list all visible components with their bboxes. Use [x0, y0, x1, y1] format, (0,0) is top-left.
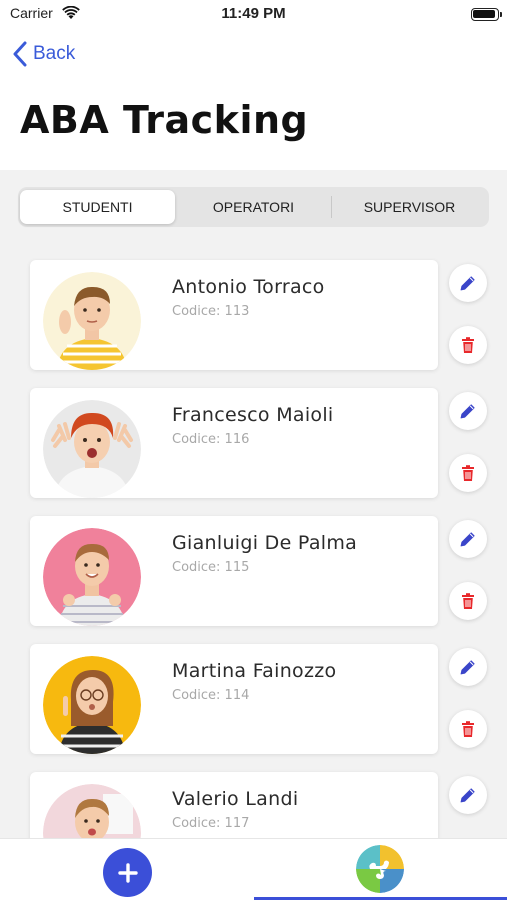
back-button[interactable]: Back [12, 40, 75, 68]
delete-button[interactable] [449, 454, 487, 492]
student-card[interactable]: Francesco Maioli Codice: 116 [30, 388, 438, 498]
delete-button[interactable] [449, 582, 487, 620]
tab-bar [0, 838, 507, 900]
segment-supervisor[interactable]: SUPERVISOR [332, 190, 487, 224]
trash-icon [462, 593, 474, 609]
student-name: Martina Fainozzo [172, 660, 337, 682]
back-label: Back [33, 43, 76, 64]
page-title: ABA Tracking [20, 98, 309, 142]
avatar [43, 528, 141, 626]
add-student-button[interactable] [103, 848, 152, 897]
student-card[interactable]: Valerio Landi Codice: 117 [30, 772, 438, 838]
avatar [43, 784, 141, 838]
list-item: Francesco Maioli Codice: 116 [0, 386, 507, 498]
edit-button[interactable] [449, 520, 487, 558]
pencil-icon [460, 532, 475, 547]
delete-button[interactable] [449, 710, 487, 748]
student-card[interactable]: Gianluigi De Palma Codice: 115 [30, 516, 438, 626]
status-bar: Carrier 11:49 PM [0, 0, 507, 28]
trash-icon [462, 721, 474, 737]
student-card[interactable]: Antonio Torraco Codice: 113 [30, 260, 438, 370]
chevron-left-icon [13, 41, 27, 67]
student-name: Francesco Maioli [172, 404, 334, 426]
avatar [43, 656, 141, 754]
pencil-icon [460, 404, 475, 419]
status-time: 11:49 PM [221, 5, 286, 22]
student-code: Codice: 113 [172, 304, 250, 319]
avatar [43, 400, 141, 498]
pencil-icon [460, 276, 475, 291]
student-code: Codice: 114 [172, 688, 250, 703]
student-list[interactable]: Antonio Torraco Codice: 113 Francesco Ma… [0, 258, 507, 838]
list-item: Valerio Landi Codice: 117 [0, 770, 507, 838]
student-card[interactable]: Martina Fainozzo Codice: 114 [30, 644, 438, 754]
edit-button[interactable] [449, 648, 487, 686]
segment-operatori[interactable]: OPERATORI [176, 190, 331, 224]
student-code: Codice: 117 [172, 816, 250, 831]
segment-studenti[interactable]: STUDENTI [20, 190, 175, 224]
student-name: Gianluigi De Palma [172, 532, 358, 554]
student-code: Codice: 116 [172, 432, 250, 447]
trash-icon [462, 337, 474, 353]
avatar [43, 272, 141, 370]
student-name: Antonio Torraco [172, 276, 325, 298]
trash-icon [462, 465, 474, 481]
edit-button[interactable] [449, 264, 487, 302]
pencil-icon [460, 788, 475, 803]
student-name: Valerio Landi [172, 788, 299, 810]
pencil-icon [460, 660, 475, 675]
list-item: Antonio Torraco Codice: 113 [0, 258, 507, 370]
delete-button[interactable] [449, 326, 487, 364]
navigation-header: Back ABA Tracking [0, 28, 507, 170]
segmented-control: STUDENTI OPERATORI SUPERVISOR [18, 187, 489, 227]
student-code: Codice: 115 [172, 560, 250, 575]
puzzle-icon [356, 845, 404, 893]
list-item: Gianluigi De Palma Codice: 115 [0, 514, 507, 626]
battery-icon [471, 8, 502, 21]
plus-icon [117, 862, 138, 883]
list-item: Martina Fainozzo Codice: 114 [0, 642, 507, 754]
tab-puzzle[interactable] [356, 845, 404, 893]
edit-button[interactable] [449, 776, 487, 814]
edit-button[interactable] [449, 392, 487, 430]
